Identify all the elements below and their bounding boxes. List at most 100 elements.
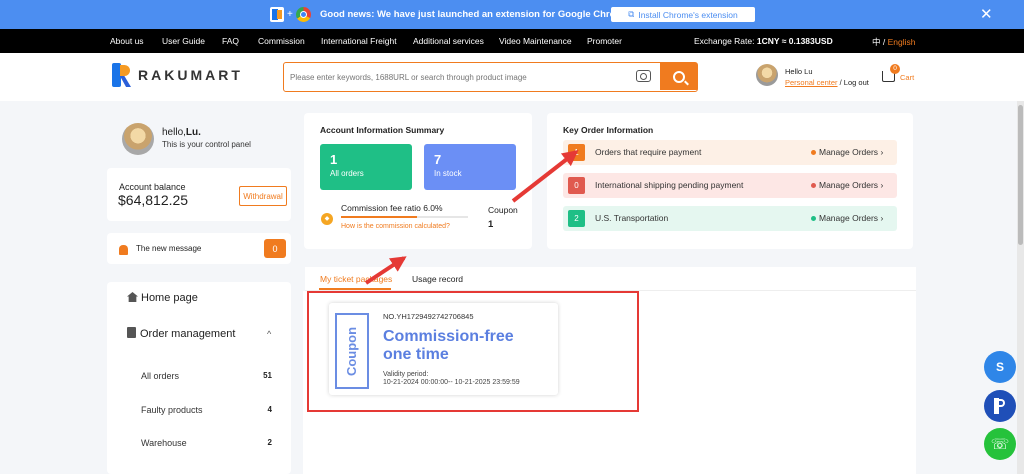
skype-button[interactable]: S <box>984 351 1016 383</box>
avatar <box>122 123 154 155</box>
sidebar-home-label: Home page <box>141 292 198 304</box>
nav-promoter[interactable]: Promoter <box>587 36 622 46</box>
greeting-prefix: hello, <box>162 127 186 138</box>
profile-card: hello,Lu. This is your control panel <box>107 113 291 163</box>
key-order-info-card: Key Order Information 1 Orders that requ… <box>547 113 913 249</box>
rakumart-logo[interactable]: RAKUMART <box>112 63 243 87</box>
coupon-tabs: My ticket packages Usage record <box>305 267 916 291</box>
rakumart-icon <box>994 398 1006 414</box>
nav-about-us[interactable]: About us <box>110 36 144 46</box>
manage-orders-link[interactable]: Manage Orders › <box>819 213 883 223</box>
coupon-count[interactable]: 1 <box>488 219 493 230</box>
home-icon <box>127 292 138 302</box>
exchange-rate-value: 1CNY ≈ 0.1383USD <box>756 36 833 46</box>
row-label: International shipping pending payment <box>595 180 744 190</box>
sidebar-item-all-orders[interactable]: All orders <box>141 371 179 381</box>
withdrawal-button[interactable]: Withdrawal <box>239 186 287 206</box>
tab-my-ticket-packages[interactable]: My ticket packages <box>320 274 392 284</box>
sidebar-item-warehouse[interactable]: Warehouse <box>141 438 187 448</box>
nav-video-maintenance[interactable]: Video Maintenance <box>499 36 572 46</box>
sidebar-item-order-management[interactable]: Order management <box>127 327 235 340</box>
rakumart-logo-icon <box>270 7 284 22</box>
commission-coin-icon: ◆ <box>321 213 333 225</box>
commission-progress-bar <box>341 216 468 218</box>
status-dot <box>811 183 816 188</box>
chevron-up-icon[interactable]: ^ <box>267 329 271 339</box>
install-extension-button[interactable]: ⧉ Install Chrome's extension <box>611 7 755 22</box>
whatsapp-button[interactable]: ☏ <box>984 428 1016 460</box>
search-icon <box>672 70 685 83</box>
bell-icon <box>119 245 128 255</box>
external-link-icon: ⧉ <box>628 9 635 19</box>
banner-logos: + <box>270 7 311 22</box>
search-button[interactable] <box>660 63 697 90</box>
annotation-highlight-box <box>307 291 639 412</box>
sidebar-item-home[interactable]: Home page <box>127 292 198 304</box>
personal-center-link[interactable]: Personal center <box>785 78 838 87</box>
lang-zh[interactable]: 中 <box>872 37 881 47</box>
all-orders-tile[interactable]: 1 All orders <box>320 144 412 190</box>
balance-value: $64,812.25 <box>118 192 189 208</box>
promo-banner: + Good news: We have just launched an ex… <box>0 0 1024 29</box>
profile-greeting: hello,Lu. <box>162 127 201 138</box>
manage-orders-link[interactable]: Manage Orders › <box>819 180 883 190</box>
status-dot <box>811 150 816 155</box>
cart-count-badge: 0 <box>890 64 900 74</box>
stock-count: 7 <box>434 152 442 167</box>
nav-international-freight[interactable]: International Freight <box>321 36 397 46</box>
warehouse-count: 2 <box>267 438 272 447</box>
user-links: Personal center / Log out <box>785 78 869 87</box>
close-icon[interactable]: ✕ <box>980 5 993 23</box>
cart-label: Cart <box>900 73 915 82</box>
manage-orders-link[interactable]: Manage Orders › <box>819 147 883 157</box>
row-count-badge: 0 <box>568 177 585 194</box>
scrollbar-thumb[interactable] <box>1018 105 1023 245</box>
nav-user-guide[interactable]: User Guide <box>162 36 205 46</box>
summary-title: Account Information Summary <box>320 125 445 135</box>
sidebar-order-management-label: Order management <box>140 328 236 340</box>
row-count-badge: 2 <box>568 210 585 227</box>
commission-ratio-label: Commission fee ratio 6.0% <box>341 203 443 213</box>
rakumart-chat-button[interactable] <box>984 390 1016 422</box>
exchange-rate: Exchange Rate: 1CNY ≈ 0.1383USD <box>694 36 833 46</box>
logo-mark-icon <box>112 63 132 87</box>
avatar[interactable] <box>756 64 778 86</box>
logout-link[interactable]: Log out <box>844 78 869 87</box>
chevron-right-icon: › <box>880 180 884 190</box>
plus-icon: + <box>287 9 293 20</box>
page-scrollbar[interactable] <box>1017 101 1024 474</box>
profile-name: Lu. <box>185 127 201 138</box>
key-info-row-payment[interactable]: 1 Orders that require payment Manage Ord… <box>563 140 897 165</box>
profile-subtitle: This is your control panel <box>162 140 251 149</box>
orders-count: 1 <box>330 152 338 167</box>
skype-icon: S <box>995 360 1004 374</box>
chevron-right-icon: › <box>880 147 884 157</box>
banner-news-text: Good news: We have just launched an exte… <box>320 9 630 20</box>
exchange-rate-label: Exchange Rate: <box>694 36 755 46</box>
nav-faq[interactable]: FAQ <box>222 36 239 46</box>
nav-additional-services[interactable]: Additional services <box>413 36 484 46</box>
search-input[interactable] <box>290 69 620 85</box>
in-stock-tile[interactable]: 7 In stock <box>424 144 516 190</box>
key-info-row-transport[interactable]: 2 U.S. Transportation Manage Orders › <box>563 206 897 231</box>
manage-orders-label: Manage Orders <box>819 147 879 157</box>
balance-card: Account balance $64,812.25 Withdrawal <box>107 168 291 221</box>
lang-separator: / <box>880 37 888 47</box>
key-info-row-shipping[interactable]: 0 International shipping pending payment… <box>563 173 897 198</box>
row-count-badge: 1 <box>568 144 585 161</box>
message-label: The new message <box>136 244 202 253</box>
orders-label: All orders <box>330 169 364 178</box>
message-card[interactable]: The new message 0 <box>107 233 291 264</box>
lang-en[interactable]: English <box>888 37 916 47</box>
tab-usage-record[interactable]: Usage record <box>412 274 463 284</box>
row-label: Orders that require payment <box>595 147 702 157</box>
search-bar <box>283 62 698 92</box>
chevron-right-icon: › <box>880 213 884 223</box>
top-nav: About us User Guide FAQ Commission Inter… <box>0 29 1024 53</box>
account-summary-card: Account Information Summary 1 All orders… <box>304 113 532 249</box>
camera-icon[interactable] <box>636 70 651 82</box>
commission-help-link[interactable]: How is the commission calculated? <box>341 223 450 230</box>
sidebar-item-faulty-products[interactable]: Faulty products <box>141 405 203 415</box>
nav-commission[interactable]: Commission <box>258 36 305 46</box>
language-switch: 中 / English <box>872 36 916 48</box>
